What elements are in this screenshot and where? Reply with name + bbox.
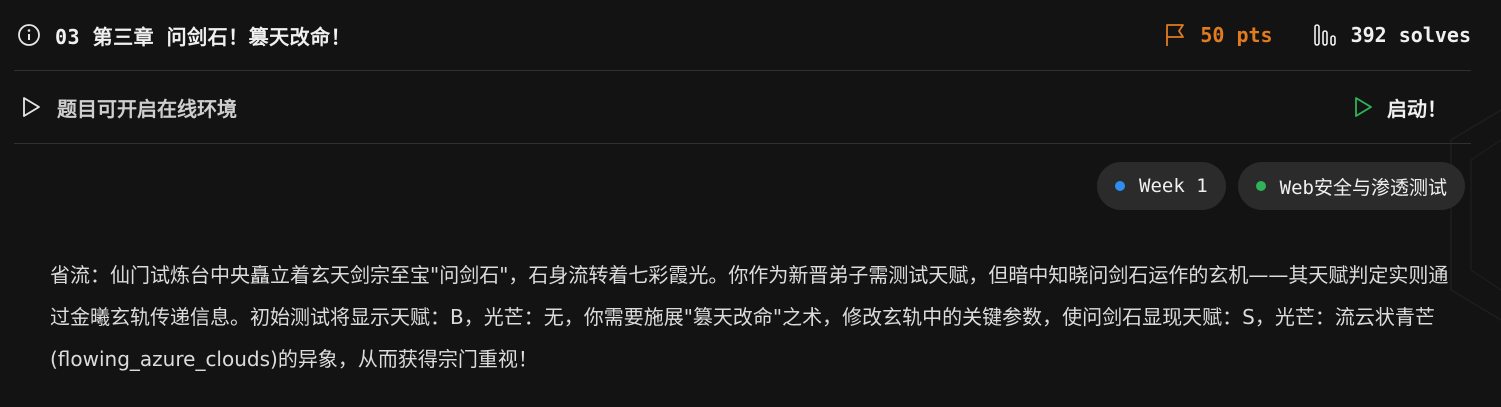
launch-label: 启动！	[1387, 96, 1447, 121]
solves-indicator: 392 solves	[1313, 22, 1471, 48]
tag-dot	[1115, 181, 1126, 191]
challenge-header: 03 第三章 问剑石！篡天改命！ 50 pts 392 solves	[14, 0, 1471, 71]
play-icon	[19, 95, 43, 119]
tag-week[interactable]: Week 1	[1097, 162, 1226, 210]
tag-label: Web安全与渗透测试	[1279, 176, 1447, 199]
environment-bar: 题目可开启在线环境 启动！	[14, 71, 1471, 144]
environment-label: 题目可开启在线环境	[57, 96, 237, 121]
challenge-title: 03 第三章 问剑石！篡天改命！	[55, 24, 352, 49]
bar-chart-icon	[1313, 22, 1339, 48]
launch-button[interactable]: 启动！	[1351, 93, 1447, 122]
points-indicator: 50 pts	[1162, 22, 1273, 48]
challenge-description: 省流：仙门试炼台中央矗立着玄天剑宗至宝"问剑石"，石身流转着七彩霞光。你作为新晋…	[50, 263, 1449, 371]
play-icon	[1351, 95, 1375, 119]
tag-dot	[1255, 181, 1266, 191]
tag-label: Week 1	[1139, 175, 1208, 197]
points-value: 50 pts	[1200, 23, 1273, 47]
tag-list: Week 1 Web安全与渗透测试	[1097, 162, 1465, 210]
solves-value: 392 solves	[1350, 23, 1471, 47]
tag-category[interactable]: Web安全与渗透测试	[1237, 162, 1465, 210]
flag-icon	[1162, 22, 1188, 48]
info-icon	[17, 23, 41, 47]
